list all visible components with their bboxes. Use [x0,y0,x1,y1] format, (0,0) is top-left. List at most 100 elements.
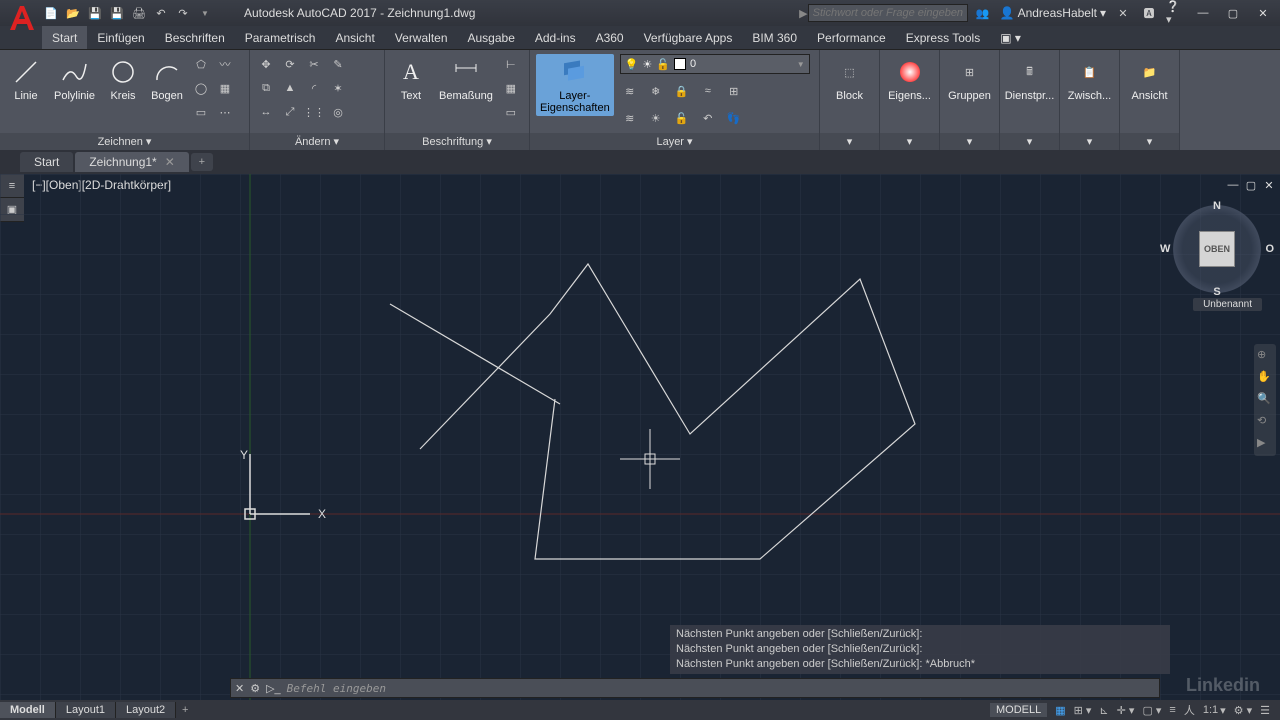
cmd-config-icon[interactable]: ⚙ [250,682,260,695]
tab-overflow[interactable]: ▣ ▾ [990,26,1031,49]
a360-icon[interactable]: 🅰 [1140,4,1158,22]
tab-performance[interactable]: Performance [807,26,896,49]
panel-modify-title[interactable]: Ändern ▾ [250,133,384,150]
copy-icon[interactable]: ⧉ [256,78,276,98]
view-button[interactable]: 📁Ansicht [1127,54,1171,104]
close-button[interactable]: ✕ [1252,5,1274,21]
user-menu[interactable]: 👤 AndreasHabelt ▾ [1000,6,1106,20]
app-logo[interactable] [4,0,40,36]
new-icon[interactable]: 📄 [42,4,60,22]
save-icon[interactable]: 💾 [86,4,104,22]
erase-icon[interactable]: ✎ [328,54,348,74]
cmd-close-icon[interactable]: ✕ [235,682,244,695]
lineweight-icon[interactable]: ≡ [1169,704,1175,716]
explode-icon[interactable]: ✶ [328,78,348,98]
viewcube-named-view[interactable]: Unbenannt [1193,298,1262,311]
dimension-button[interactable]: Bemaßung [435,54,497,104]
rect-icon[interactable]: ▭ [191,102,211,122]
mtext-icon[interactable]: ▭ [501,102,521,122]
maximize-button[interactable]: ▢ [1222,5,1244,21]
osnap-icon[interactable]: ▢ ▾ [1142,704,1161,717]
panel-draw-title[interactable]: Zeichnen ▾ [0,133,249,150]
ellipse-icon[interactable]: ◯ [191,78,211,98]
clipboard-button[interactable]: 📋Zwisch... [1064,54,1115,104]
line-button[interactable]: Linie [6,54,46,104]
tab-einfuegen[interactable]: Einfügen [87,26,154,49]
tab-start[interactable]: Start [42,26,87,49]
panel-block-title[interactable]: ▾ [820,133,879,150]
tab-ansicht[interactable]: Ansicht [325,26,384,49]
pan-icon[interactable]: ✋ [1257,370,1273,386]
panel-clip-title[interactable]: ▾ [1060,133,1119,150]
polygon-icon[interactable]: ⬠ [191,54,211,74]
tab-ausgabe[interactable]: Ausgabe [458,26,525,49]
layer-prev-icon[interactable]: ↶ [698,108,718,128]
help-icon[interactable]: ❔ ▾ [1166,4,1184,22]
viewcube[interactable]: N S W O OBEN [1172,204,1262,294]
annotation-scale-icon[interactable]: 人 [1184,702,1195,718]
plot-icon[interactable]: 🖨 [130,4,148,22]
orbit-icon[interactable]: ⟲ [1257,414,1273,430]
tab-apps[interactable]: Verfügbare Apps [634,26,743,49]
layer-freeze-icon[interactable]: ❄ [646,81,666,101]
leader-icon[interactable]: ⊢ [501,54,521,74]
viewcube-n[interactable]: N [1213,200,1221,212]
mirror-icon[interactable]: ▲ [280,78,300,98]
viewcube-face[interactable]: OBEN [1199,231,1235,267]
redo-icon[interactable]: ↷ [174,4,192,22]
layout-2[interactable]: Layout2 [116,702,176,718]
layer-iso-icon[interactable]: ⊞ [724,81,744,101]
filetab-start[interactable]: Start [20,152,73,172]
utilities-button[interactable]: 🖩Dienstpr... [1001,54,1059,104]
viewcube-s[interactable]: S [1213,286,1220,298]
fillet-icon[interactable]: ◜ [304,78,324,98]
rotate-icon[interactable]: ⟳ [280,54,300,74]
undo-icon[interactable]: ↶ [152,4,170,22]
new-tab-button[interactable]: + [191,153,213,171]
circle-button[interactable]: Kreis [103,54,143,104]
model-space-button[interactable]: MODELL [990,703,1047,717]
layer-selector[interactable]: 💡 ☀ 🔓 0 ▼ [620,54,810,74]
scale-icon[interactable]: ⤢ [280,102,300,122]
zoom-extents-icon[interactable]: 🔍 [1257,392,1273,408]
customize-icon[interactable]: ☰ [1260,704,1270,717]
full-nav-icon[interactable]: ⊕ [1257,348,1273,364]
tab-addins[interactable]: Add-ins [525,26,586,49]
arc-button[interactable]: Bogen [147,54,187,104]
block-button[interactable]: ⬚Block [830,54,870,104]
stretch-icon[interactable]: ↔ [256,102,276,122]
panel-layer-title[interactable]: Layer ▾ [530,133,819,150]
tab-a360[interactable]: A360 [586,26,634,49]
tab-bim360[interactable]: BIM 360 [742,26,807,49]
workspace-icon[interactable]: ⚙ ▾ [1234,704,1252,717]
array-icon[interactable]: ⋮⋮ [304,102,324,122]
minimize-button[interactable]: — [1192,5,1214,21]
panel-groups-title[interactable]: ▾ [940,133,999,150]
layer-properties-button[interactable]: Layer- Eigenschaften [536,54,614,116]
help-search-input[interactable] [808,4,968,22]
layout-model[interactable]: Modell [0,702,56,718]
ortho-icon[interactable]: ⊾ [1099,704,1108,717]
drawing-area[interactable]: ≡ ▣ [−][Oben][2D-Drahtkörper] — ▢ ✕ Y X [0,174,1280,700]
text-button[interactable]: AText [391,54,431,104]
grid-toggle-icon[interactable]: ▦ [1055,704,1065,717]
panel-view-title[interactable]: ▾ [1120,133,1179,150]
signin-icon[interactable]: 👥 [974,4,992,22]
layer-off-icon[interactable]: ≋ [620,81,640,101]
panel-utils-title[interactable]: ▾ [1000,133,1059,150]
layout-1[interactable]: Layout1 [56,702,116,718]
table-icon[interactable]: ▦ [501,78,521,98]
move-icon[interactable]: ✥ [256,54,276,74]
layer-unlock-icon[interactable]: 🔓 [672,108,692,128]
layer-on-icon[interactable]: ≋ [620,108,640,128]
command-line[interactable]: ✕ ⚙ ▷_ Befehl eingeben [230,678,1160,698]
open-icon[interactable]: 📂 [64,4,82,22]
layout-add-button[interactable]: + [176,702,194,718]
snap-toggle-icon[interactable]: ⊞ ▾ [1074,704,1092,717]
layer-thaw-icon[interactable]: ☀ [646,108,666,128]
properties-button[interactable]: Eigens... [884,54,935,104]
spline-icon[interactable]: 〰 [215,54,235,74]
showmotion-icon[interactable]: ▶ [1257,436,1273,452]
hatch-icon[interactable]: ▦ [215,78,235,98]
panel-annot-title[interactable]: Beschriftung ▾ [385,133,529,150]
